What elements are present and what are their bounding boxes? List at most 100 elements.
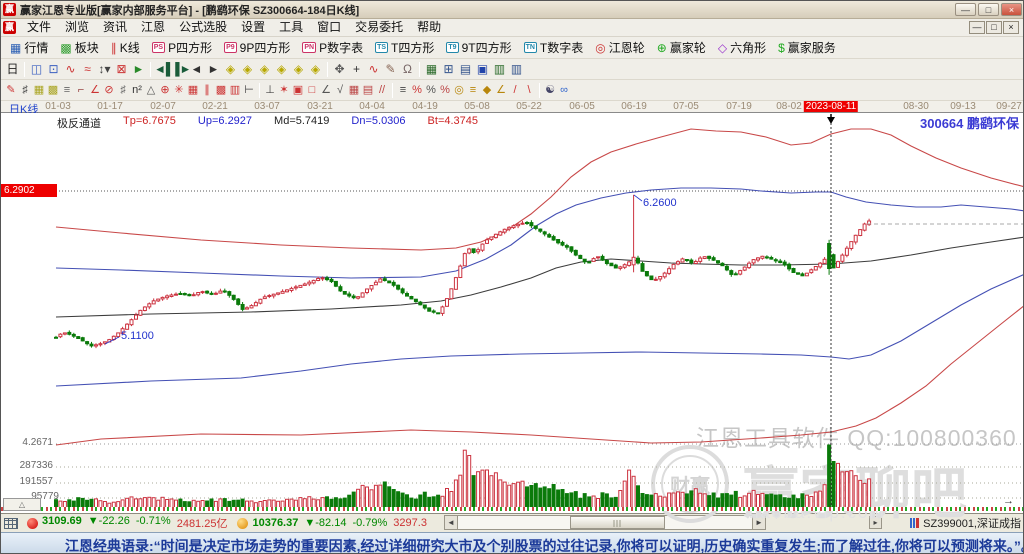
gann-expand-icon[interactable]: ◈ <box>256 61 273 78</box>
scroll-right-arrow-icon[interactable]: → <box>1003 496 1014 507</box>
toolbar-button-hexagon[interactable]: ◇ 六角形 <box>712 38 772 57</box>
red-square-icon[interactable]: ▩ <box>214 82 228 99</box>
titlebar[interactable]: 赢 赢家江恩专业版[赢家内部服务平台] - [鹏鹞环保 SZ300664-184… <box>1 1 1023 19</box>
menu-item-4[interactable]: 公式选股 <box>172 19 234 36</box>
circle-arc-icon[interactable]: ⊘ <box>102 82 116 99</box>
menu-item-0[interactable]: 文件 <box>20 19 58 36</box>
toolbar-button-p-table[interactable]: PN P数字表 <box>296 38 369 57</box>
bracket-icon[interactable]: ⊢ <box>242 82 256 99</box>
hand-tool-icon[interactable]: ✥ <box>331 61 348 78</box>
gann-box-yellow-icon[interactable]: ▦ <box>32 82 46 99</box>
menu-item-8[interactable]: 交易委托 <box>348 19 410 36</box>
comb2-icon[interactable]: ♯ <box>116 82 130 99</box>
menu-item-9[interactable]: 帮助 <box>410 19 448 36</box>
toolbar-button-9p-square[interactable]: P9 9P四方形 <box>218 38 296 57</box>
kline-color-icon[interactable]: ⊠ <box>113 61 130 78</box>
gann-center-icon[interactable]: ◈ <box>290 61 307 78</box>
toolbar-button-t-square[interactable]: TS T四方形 <box>369 38 440 57</box>
filled-box-icon[interactable]: ▣ <box>291 82 305 99</box>
decline-line-icon[interactable]: \ <box>522 82 536 99</box>
mind-icon[interactable]: Ω <box>399 61 416 78</box>
gann-lock-icon[interactable]: ◈ <box>307 61 324 78</box>
mdi-minimize-button[interactable]: — <box>969 21 985 34</box>
toolbar-button-t-table[interactable]: TN T数字表 <box>518 38 590 57</box>
minimize-button[interactable]: — <box>955 3 976 16</box>
period-day-dropdown[interactable]: 日▾ <box>4 61 21 92</box>
toolbar-button-winner-wheel[interactable]: ⊕ 赢家轮 <box>651 38 712 57</box>
gann-box-yellow2-icon[interactable]: ▩ <box>46 82 60 99</box>
calculator-icon[interactable]: ⊞ <box>440 61 457 78</box>
target-icon[interactable]: ⊕ <box>158 82 172 99</box>
hatch-icon[interactable]: // <box>375 82 389 99</box>
toolbar-button-kline[interactable]: ∥ K线 <box>105 38 146 57</box>
tsquare-icon[interactable]: ⊥ <box>263 82 277 99</box>
quote-grid-icon[interactable] <box>4 517 18 529</box>
zigzag-tool-icon[interactable]: ∿ <box>365 61 382 78</box>
compass-icon[interactable]: △ <box>144 82 158 99</box>
red-grid-icon[interactable]: ▦ <box>186 82 200 99</box>
menu-item-1[interactable]: 浏览 <box>58 19 96 36</box>
edit-note-icon[interactable]: ✎ <box>382 61 399 78</box>
wave-large-icon[interactable]: ≈ <box>79 61 96 78</box>
percent-icon[interactable]: % <box>424 82 438 99</box>
double-bars-icon[interactable]: ∥ <box>200 82 214 99</box>
gann-shift-right-icon[interactable]: ◈ <box>239 61 256 78</box>
last-bar-button[interactable]: ▐► <box>171 61 191 78</box>
toolbar-button-quotes[interactable]: ▦ 行情 <box>4 38 54 57</box>
mesh2-icon[interactable]: ▤ <box>361 82 375 99</box>
crosshair-tool-icon[interactable]: + <box>348 61 365 78</box>
toolbar-button-gann-wheel[interactable]: ◎ 江恩轮 <box>589 38 651 57</box>
wave-small-icon[interactable]: ∿ <box>62 61 79 78</box>
calendar-icon[interactable]: ▦ <box>423 61 440 78</box>
yinyang-icon[interactable]: ☯ <box>543 82 557 99</box>
gold-angle-icon[interactable]: ∠ <box>494 82 508 99</box>
fan-tool-icon[interactable]: ∠ <box>88 82 102 99</box>
flag-lines-icon[interactable]: ⌐ <box>74 82 88 99</box>
panel-collapse-button[interactable]: △ <box>3 498 41 511</box>
golden-circle-icon[interactable]: ◎ <box>452 82 466 99</box>
toolbar-button-sectors[interactable]: ▩ 板块 <box>54 38 104 57</box>
save-icon[interactable]: ▣ <box>474 61 491 78</box>
restore-button[interactable]: □ <box>978 3 999 16</box>
menu-item-2[interactable]: 资讯 <box>96 19 134 36</box>
scrollbar-thumb[interactable] <box>570 516 665 529</box>
toolbar-button-p-square[interactable]: PS P四方形 <box>146 38 218 57</box>
steep-line-icon[interactable]: / <box>508 82 522 99</box>
diamond-gold-icon[interactable]: ◆ <box>480 82 494 99</box>
first-bar-button[interactable]: ◄▌ <box>154 61 174 78</box>
menu-item-3[interactable]: 江恩 <box>134 19 172 36</box>
menu-item-5[interactable]: 设置 <box>234 19 272 36</box>
rays-icon[interactable]: ✶ <box>277 82 291 99</box>
slider-dropdown[interactable]: ↕▾ <box>96 61 113 78</box>
gann-compress-icon[interactable]: ◈ <box>273 61 290 78</box>
angle-tool-icon[interactable]: ∠ <box>319 82 333 99</box>
scrollbar-left-arrow[interactable]: ◄ <box>444 515 458 530</box>
n-square-icon[interactable]: n² <box>130 82 144 99</box>
mesh-icon[interactable]: ▦ <box>347 82 361 99</box>
outline-box-icon[interactable]: □ <box>305 82 319 99</box>
toolbar-button-winner-service[interactable]: $ 赢家服务 <box>772 38 842 57</box>
next-bar-button[interactable]: ► <box>205 61 222 78</box>
prev-bar-button[interactable]: ◄ <box>188 61 205 78</box>
mdi-close-button[interactable]: × <box>1003 21 1019 34</box>
printer-icon[interactable]: ▥ <box>491 61 508 78</box>
toolbar-button-9t-square[interactable]: T9 9T四方形 <box>440 38 517 57</box>
burst-icon[interactable]: ✳ <box>172 82 186 99</box>
infinity-icon[interactable]: ∞ <box>557 82 571 99</box>
notebook-icon[interactable]: ▤ <box>457 61 474 78</box>
percent-levels-icon[interactable]: % <box>438 82 452 99</box>
fence-icon[interactable]: ≡ <box>396 82 410 99</box>
percent-fan-icon[interactable]: % <box>410 82 424 99</box>
red-panel-icon[interactable]: ▥ <box>228 82 242 99</box>
gann-shift-left-icon[interactable]: ◈ <box>222 61 239 78</box>
close-button[interactable]: × <box>1001 3 1022 16</box>
menu-item-7[interactable]: 窗口 <box>310 19 348 36</box>
playback-icon[interactable]: ► <box>130 61 147 78</box>
panel-icon[interactable]: ⊡ <box>45 61 62 78</box>
mdi-restore-button[interactable]: □ <box>986 21 1002 34</box>
pencil-tool-icon[interactable]: ✎ <box>4 82 18 99</box>
rail-lines-icon[interactable]: ≡ <box>60 82 74 99</box>
comb-grid-icon[interactable]: ♯ <box>18 82 32 99</box>
vee-lines-icon[interactable]: √ <box>333 82 347 99</box>
menu-item-6[interactable]: 工具 <box>272 19 310 36</box>
